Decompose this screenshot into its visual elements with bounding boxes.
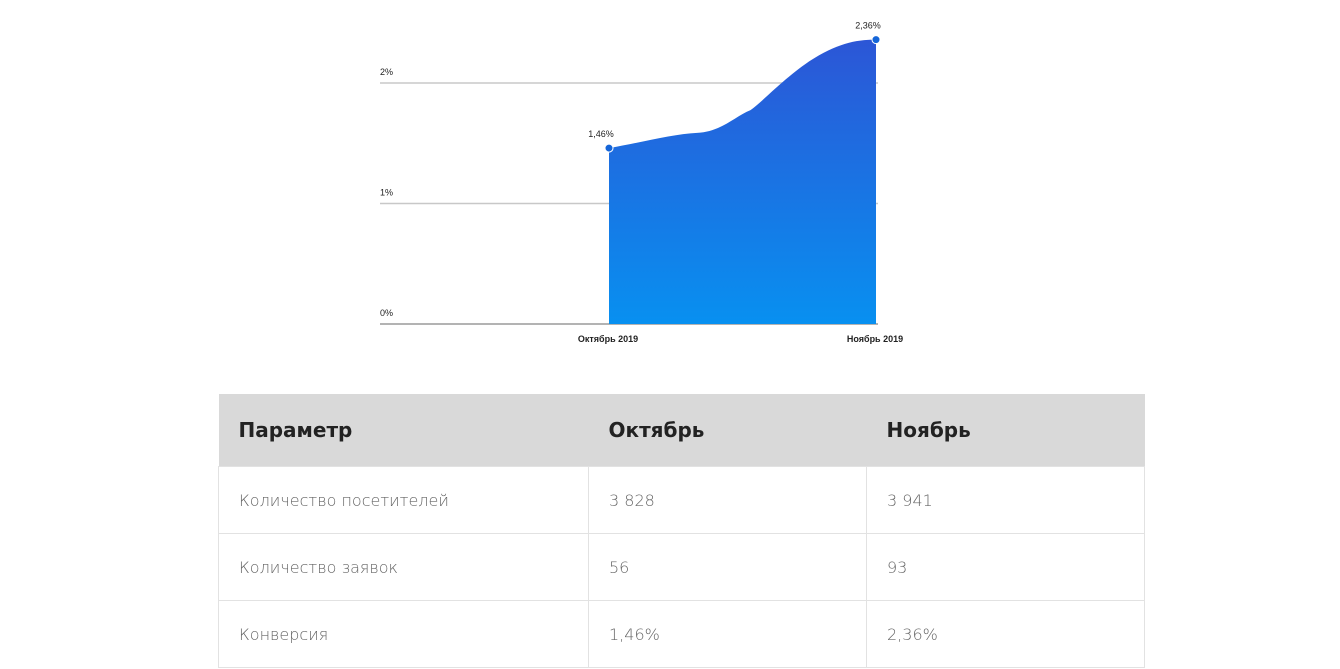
cell-november: 93 bbox=[866, 533, 1145, 601]
data-label: 2,36% bbox=[855, 21, 881, 31]
x-tick-label: Ноябрь 2019 bbox=[847, 334, 903, 344]
table-row: Количество посетителей 3 828 3 941 bbox=[218, 466, 1145, 534]
column-header-october: Октябрь bbox=[588, 394, 867, 467]
x-tick-label: Октябрь 2019 bbox=[578, 334, 638, 344]
data-label: 1,46% bbox=[588, 129, 614, 139]
y-tick-label: 0% bbox=[380, 308, 393, 318]
row-label: Конверсия bbox=[218, 600, 589, 668]
cell-november: 3 941 bbox=[866, 466, 1145, 534]
table-row: Конверсия 1,46% 2,36% bbox=[218, 600, 1145, 668]
cell-october: 56 bbox=[588, 533, 867, 601]
y-tick-label: 1% bbox=[380, 188, 393, 198]
cell-october: 3 828 bbox=[588, 466, 867, 534]
column-header-parameter: Параметр bbox=[218, 394, 589, 467]
table-header-row: Параметр Октябрь Ноябрь bbox=[218, 394, 1145, 467]
row-label: Количество посетителей bbox=[218, 466, 589, 534]
conversion-area-chart: 0% 1% 2% 1,46% Октябрь 2019 2,36% Ноябрь 2019 bbox=[380, 21, 903, 344]
stats-table: Параметр Октябрь Ноябрь Количество посет… bbox=[218, 394, 1145, 668]
column-header-november: Ноябрь bbox=[866, 394, 1145, 467]
data-point bbox=[604, 143, 614, 153]
cell-november: 2,36% bbox=[866, 600, 1145, 668]
y-tick-label: 2% bbox=[380, 67, 393, 77]
row-label: Количество заявок bbox=[218, 533, 589, 601]
data-point bbox=[871, 35, 881, 45]
cell-october: 1,46% bbox=[588, 600, 867, 668]
table-row: Количество заявок 56 93 bbox=[218, 533, 1145, 601]
